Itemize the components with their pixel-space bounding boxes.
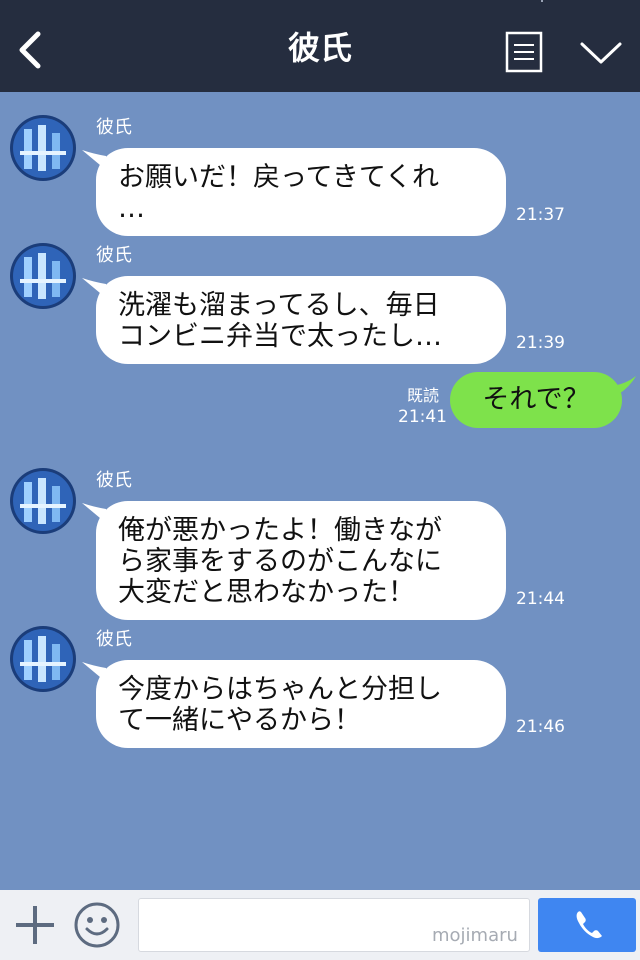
avatar[interactable] [10,626,76,692]
sender-name: 彼氏 [96,245,132,266]
message-line: 俺が悪かったよ！働きなが [118,515,442,546]
avatar[interactable] [10,243,76,309]
message-bubble[interactable]: 今度からはちゃんと分担し て一緒にやるから！ [96,660,506,748]
message-bubble[interactable]: お願いだ！戻ってきてくれ … [96,148,506,236]
back-button[interactable] [10,22,54,78]
message-line: お願いだ！戻ってきてくれ [118,162,440,193]
sender-name: 彼氏 [96,470,132,491]
message-time: 21:41 [398,407,447,427]
chevron-down-icon [580,42,622,64]
message-bubble[interactable]: 洗濯も溜まってるし、毎日 コンビニ弁当で太ったし… [96,276,506,364]
sender-name: 彼氏 [96,629,132,650]
message-line: コンビニ弁当で太ったし… [118,321,442,352]
back-chevron-icon [19,31,41,69]
my-message-bubble[interactable]: それで？ [450,372,622,428]
sender-name: 彼氏 [96,117,132,138]
read-receipt: 既読 [406,386,439,405]
message-line: て一緒にやるから！ [118,705,361,736]
message-time: 21:46 [516,717,565,737]
avatar-image-icon [10,243,76,309]
chat-area[interactable]: 彼氏 お願いだ！戻ってきてくれ … 21:37 彼氏 洗濯も溜まってるし、毎日 … [0,92,640,890]
input-bar: mojimaru [0,890,640,960]
avatar[interactable] [10,115,76,181]
menu-button[interactable] [504,30,544,74]
emoji-icon [74,902,120,948]
message-time: 21:44 [516,589,565,609]
chat-title: 彼氏 [287,29,352,67]
avatar[interactable] [10,468,76,534]
message-line: … [118,193,145,224]
plus-icon [16,906,54,944]
call-button[interactable] [538,898,636,952]
message-time: 21:37 [516,205,565,225]
message-time: 21:39 [516,333,565,353]
message-line: 今度からはちゃんと分担し [118,674,442,705]
message-line: 洗濯も溜まってるし、毎日 [118,290,440,321]
emoji-button[interactable] [72,900,122,950]
add-button[interactable] [12,902,58,948]
menu-icon [505,31,543,73]
message-line: ら家事をするのがこんなに [118,546,442,577]
avatar-image-icon [10,468,76,534]
collapse-button[interactable] [578,36,624,70]
phone-icon [576,911,602,939]
avatar-image-icon [10,626,76,692]
watermark-text: mojimaru [432,925,518,946]
message-line: 大変だと思わなかった！ [118,577,415,608]
avatar-image-icon [10,115,76,181]
message-bubble[interactable]: 俺が悪かったよ！働きなが ら家事をするのがこんなに 大変だと思わなかった！ [96,501,506,620]
status-mark [541,0,543,2]
chat-header: 彼氏 [0,0,640,92]
